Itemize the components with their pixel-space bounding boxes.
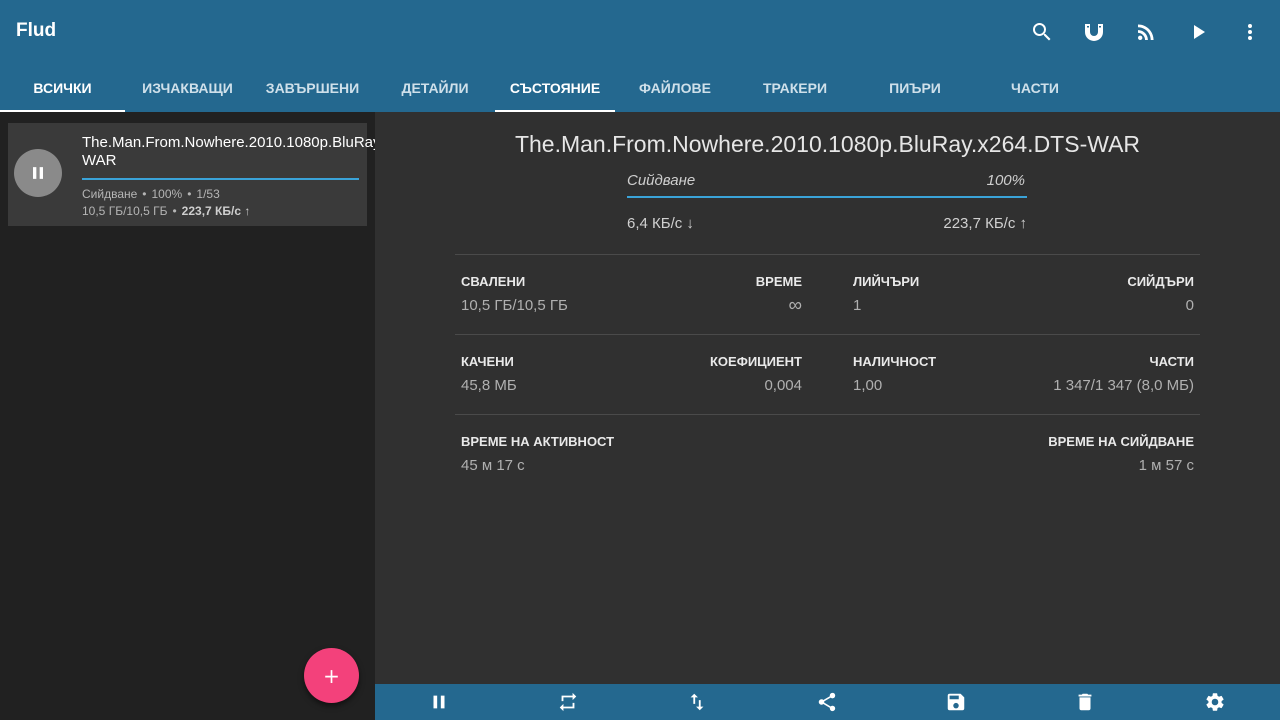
availability-label: НАЛИЧНОСТ	[853, 354, 937, 369]
torrent-size-line: 10,5 ГБ/10,5 ГБ • 223,7 КБ/с ↑	[82, 204, 250, 218]
divider	[455, 414, 1200, 415]
tab-finished[interactable]: ЗАВЪРШЕНИ	[250, 64, 375, 112]
repeat-icon	[559, 692, 577, 712]
rss-button[interactable]	[1128, 14, 1164, 50]
torrent-status-line: Сийдване • 100% • 1/53	[82, 187, 220, 201]
availability-value: 1,00	[853, 377, 883, 394]
pieces-label: ЧАСТИ	[1149, 354, 1194, 369]
save-icon	[947, 693, 965, 711]
more-button[interactable]	[1232, 14, 1268, 50]
status-row: Сийдване 100%	[627, 172, 1027, 198]
leechers-value: 1	[853, 297, 862, 314]
settings-icon	[1206, 693, 1224, 711]
torrent-files: 1/53	[196, 187, 220, 201]
status-panel: The.Man.From.Nowhere.2010.1080p.BluRay.x…	[375, 112, 1280, 684]
seeding-time-value: 1 м 57 с	[1138, 457, 1194, 474]
time-label: ВРЕМЕ	[755, 274, 802, 289]
swap-vert-icon	[690, 693, 704, 711]
torrent-name: The.Man.From.Nowhere.2010.1080p.BluRay.x…	[82, 134, 456, 169]
tab-details[interactable]: ДЕТАЙЛИ	[375, 64, 495, 112]
pause-icon	[33, 167, 43, 179]
detail-title: The.Man.From.Nowhere.2010.1080p.BluRay.x…	[514, 131, 1141, 157]
separator-dot: •	[172, 204, 177, 218]
play-button[interactable]	[1180, 14, 1216, 50]
tab-peers[interactable]: ПИЪРИ	[855, 64, 975, 112]
tab-files[interactable]: ФАЙЛОВЕ	[615, 64, 735, 112]
tab-status[interactable]: СЪСТОЯНИЕ	[495, 64, 615, 112]
downloaded-value: 10,5 ГБ/10,5 ГБ	[461, 297, 568, 314]
appbar-actions	[1024, 14, 1268, 50]
detail-tabs: ДЕТАЙЛИ СЪСТОЯНИЕ ФАЙЛОВЕ ТРАКЕРИ ПИЪРИ …	[375, 64, 1280, 112]
time-value: ∞	[788, 295, 802, 316]
uploaded-value: 45,8 МБ	[461, 377, 517, 394]
separator-dot: •	[142, 187, 147, 201]
more-vert-icon	[1248, 24, 1252, 40]
share-button[interactable]	[815, 690, 839, 714]
uploaded-label: КАЧЕНИ	[461, 354, 514, 369]
torrent-progress-bar	[82, 178, 359, 180]
torrent-percent: 100%	[151, 187, 183, 201]
torrent-size: 10,5 ГБ/10,5 ГБ	[82, 204, 168, 218]
app-title: Flud	[16, 20, 57, 41]
pause-button[interactable]	[427, 690, 451, 714]
tab-trackers[interactable]: ТРАКЕРИ	[735, 64, 855, 112]
add-torrent-button[interactable]: +	[304, 648, 359, 703]
rss-icon	[1138, 24, 1154, 40]
status-label: Сийдване	[627, 172, 696, 189]
pieces-value: 1 347/1 347 (8,0 МБ)	[1053, 377, 1194, 394]
share-icon	[818, 692, 836, 712]
status-percent: 100%	[986, 172, 1025, 189]
seeders-label: СИЙДЪРИ	[1127, 274, 1194, 289]
bottom-action-bar	[375, 684, 1280, 720]
pause-icon	[433, 695, 445, 709]
active-time-label: ВРЕМЕ НА АКТИВНОСТ	[461, 434, 615, 449]
divider	[455, 254, 1200, 255]
delete-button[interactable]	[1073, 690, 1097, 714]
app-root: Flud ВСИЧКИ ИЗЧАКВАЩИ ЗАВЪРШЕНИ ДЕТАЙЛИ	[0, 0, 1280, 720]
save-button[interactable]	[944, 690, 968, 714]
search-icon	[1033, 23, 1051, 41]
ratio-label: КОЕФИЦИЕНТ	[710, 354, 802, 369]
filter-tabs: ВСИЧКИ ИЗЧАКВАЩИ ЗАВЪРШЕНИ	[0, 64, 375, 112]
search-button[interactable]	[1024, 14, 1060, 50]
tab-pieces[interactable]: ЧАСТИ	[975, 64, 1095, 112]
recheck-button[interactable]	[556, 690, 580, 714]
active-time-value: 45 м 17 с	[461, 457, 525, 474]
settings-button[interactable]	[1203, 690, 1227, 714]
tab-queued[interactable]: ИЗЧАКВАЩИ	[125, 64, 250, 112]
seeders-value: 0	[1185, 297, 1194, 314]
separator-dot: •	[187, 187, 192, 201]
torrent-list: The.Man.From.Nowhere.2010.1080p.BluRay.x…	[0, 112, 456, 720]
list-item[interactable]: The.Man.From.Nowhere.2010.1080p.BluRay.x…	[8, 123, 456, 226]
tab-all[interactable]: ВСИЧКИ	[0, 64, 125, 112]
ratio-value: 0,004	[764, 377, 802, 394]
status-progress-bar	[627, 196, 1027, 198]
torrent-pause-button[interactable]	[14, 149, 62, 197]
delete-icon	[1078, 693, 1092, 711]
magnet-button[interactable]	[1076, 14, 1112, 50]
torrent-upload-speed: 223,7 КБ/с ↑	[181, 204, 251, 218]
leechers-label: ЛИЙЧЪРИ	[853, 274, 920, 289]
move-queue-button[interactable]	[685, 690, 709, 714]
download-speed: 6,4 КБ/с ↓	[627, 215, 694, 232]
seeding-time-label: ВРЕМЕ НА СИЙДВАНЕ	[1048, 434, 1194, 449]
play-icon	[1194, 25, 1205, 39]
magnet-icon	[1085, 24, 1103, 41]
app-bar: Flud	[0, 0, 1280, 64]
upload-speed: 223,7 КБ/с ↑	[943, 215, 1027, 232]
downloaded-label: СВАЛЕНИ	[461, 274, 526, 289]
torrent-status: Сийдване	[82, 187, 138, 201]
divider	[455, 334, 1200, 335]
